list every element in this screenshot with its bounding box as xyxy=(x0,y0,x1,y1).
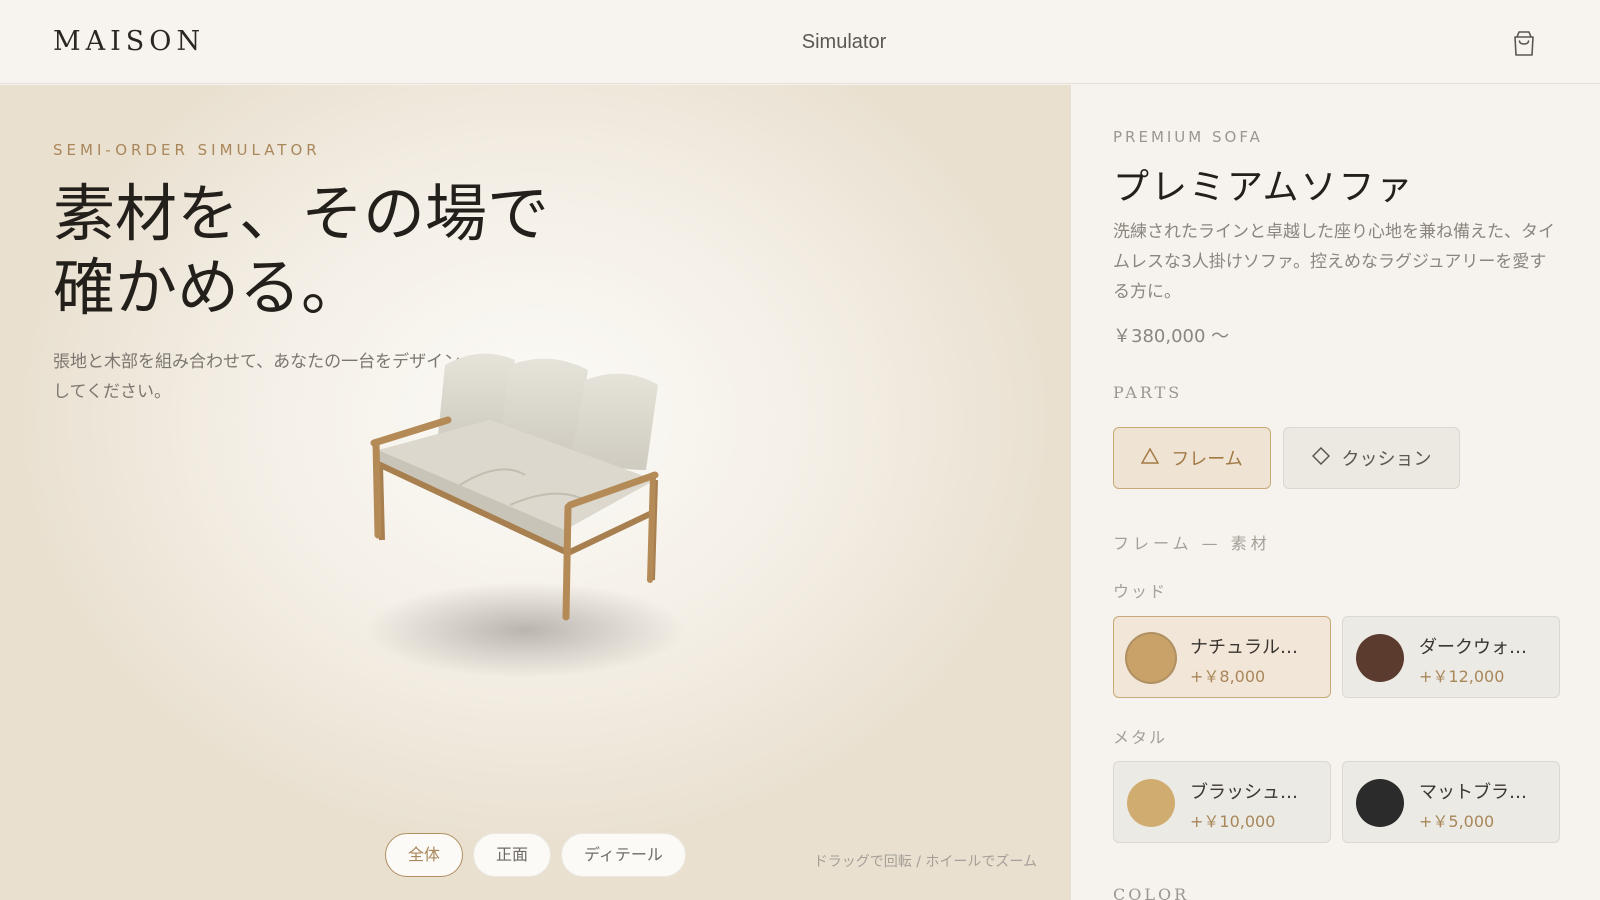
matte-black-swatch xyxy=(1356,779,1404,827)
material-option-price: +￥10,000 xyxy=(1190,812,1276,831)
brushed-metal-swatch xyxy=(1127,779,1175,827)
part-frame-button[interactable]: フレーム xyxy=(1113,427,1271,489)
product-price: ￥380,000 〜 xyxy=(1113,326,1230,347)
material-option-price: +￥5,000 xyxy=(1419,812,1495,831)
color-section-label: COLOR xyxy=(1113,885,1190,900)
material-group-wood-label: ウッド xyxy=(1113,582,1168,601)
material-option-natural[interactable]: ナチュラル… +￥8,000 xyxy=(1113,616,1331,698)
material-group-metal-label: メタル xyxy=(1113,728,1168,747)
product-name: プレミアムソファ xyxy=(1113,167,1415,208)
viewer-eyebrow: SEMI-ORDER SIMULATOR xyxy=(53,141,321,159)
material-option-price: +￥8,000 xyxy=(1190,667,1266,686)
part-cushion-button[interactable]: クッション xyxy=(1283,427,1460,489)
product-eyebrow: PREMIUM SOFA xyxy=(1113,128,1263,146)
product-viewer[interactable]: SEMI-ORDER SIMULATOR 素材を、その場で 確かめる。 張地と木… xyxy=(0,85,1070,900)
material-option-brushed[interactable]: ブラッシュ… +￥10,000 xyxy=(1113,761,1331,843)
natural-wood-swatch xyxy=(1127,634,1175,682)
parts-section-label: PARTS xyxy=(1113,383,1183,402)
tab-view-front[interactable]: 正面 xyxy=(473,833,552,877)
product-description: 洗練されたラインと卓越した座り心地を兼ね備えた、タイムレスな3人掛けソファ。控え… xyxy=(1113,222,1555,302)
interaction-hint: ドラッグで回転 / ホイールでズーム xyxy=(813,854,1037,870)
headline-line-1: 素材を、その場で xyxy=(53,177,550,250)
material-option-dark-walnut[interactable]: ダークウォ… +￥12,000 xyxy=(1342,616,1560,698)
material-option-name: ナチュラル… xyxy=(1190,637,1298,658)
material-section-label: フレーム — 素材 xyxy=(1113,534,1271,553)
view-angle-tabs: 全体 正面 ディテール xyxy=(385,833,686,877)
page-title: Simulator xyxy=(801,31,887,53)
tab-view-detail[interactable]: ディテール xyxy=(561,833,686,877)
diamond-icon xyxy=(1311,446,1330,470)
hero-headline: 素材を、その場で 確かめる。 xyxy=(53,177,613,325)
tab-view-all[interactable]: 全体 xyxy=(385,833,464,877)
shopping-bag-icon[interactable] xyxy=(1508,27,1540,59)
headline-line-2: 確かめる。 xyxy=(53,251,364,324)
part-cushion-label: クッション xyxy=(1341,449,1432,470)
material-option-name: マットブラ… xyxy=(1419,782,1527,803)
part-frame-label: フレーム xyxy=(1171,449,1243,470)
top-header: MAISON Simulator xyxy=(0,0,1600,84)
material-option-name: ブラッシュ… xyxy=(1190,782,1298,803)
sofa-3d-model[interactable] xyxy=(350,325,730,705)
material-option-name: ダークウォ… xyxy=(1419,637,1527,658)
material-option-price: +￥12,000 xyxy=(1419,667,1505,686)
material-option-matte-black[interactable]: マットブラ… +￥5,000 xyxy=(1342,761,1560,843)
triangle-icon xyxy=(1140,446,1160,469)
configuration-panel: PREMIUM SOFA プレミアムソファ 洗練されたラインと卓越した座り心地を… xyxy=(1070,85,1600,900)
dark-walnut-swatch xyxy=(1356,634,1404,682)
